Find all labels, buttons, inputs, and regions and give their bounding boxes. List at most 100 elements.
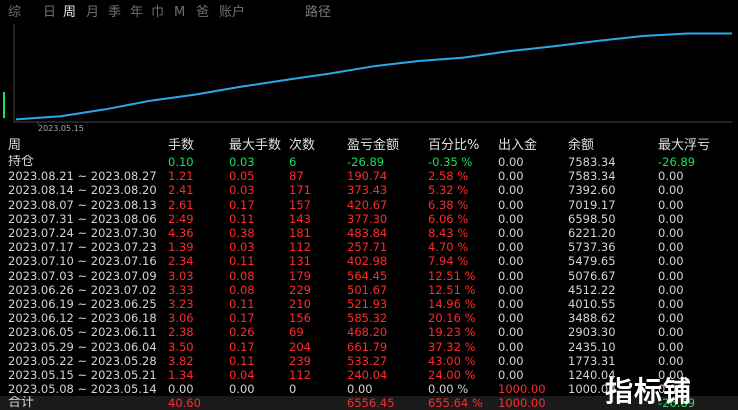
row-max-lots: 0.11 [229, 211, 255, 226]
header-max-drawdown: 最大浮亏 [658, 138, 711, 153]
row-lots: 2.49 [168, 211, 194, 226]
row-lots: 3.33 [168, 282, 194, 297]
row-balance: 1773.31 [568, 353, 616, 368]
header-lots: 手数 [168, 138, 195, 153]
row-max-lots: 0.11 [229, 254, 255, 269]
tab-quarterly[interactable]: 季 [108, 5, 121, 21]
total-pnl: 6556.45 [347, 396, 428, 410]
row-count: 239 [289, 353, 311, 368]
row-max-lots: 0.04 [229, 367, 255, 382]
table-row[interactable]: 2023.06.12 ~ 2023.06.18 3.06 0.17 156 585.32… [0, 311, 738, 325]
header-count: 次数 [289, 138, 316, 153]
row-deposit: 0.00 [498, 367, 524, 382]
position-max-drawdown: -26.89 [658, 155, 696, 170]
row-percent: 0.00 % [428, 382, 469, 397]
row-pnl: 377.30 [347, 211, 388, 226]
table-row[interactable]: 2023.06.26 ~ 2023.07.02 3.33 0.08 229 501.67… [0, 283, 738, 297]
header-max-lots: 最大手数 [229, 138, 282, 153]
row-count: 156 [289, 311, 311, 326]
tab-symbol[interactable]: 巾 [151, 5, 164, 21]
row-week-range: 2023.07.10 ~ 2023.07.16 [8, 254, 157, 269]
row-max-lots: 0.11 [229, 353, 255, 368]
row-deposit: 0.00 [498, 282, 524, 297]
tab-m[interactable]: M [174, 5, 185, 21]
table-row[interactable]: 2023.05.29 ~ 2023.06.04 3.50 0.17 204 661.79… [0, 339, 738, 354]
header-week: 周 [8, 138, 22, 153]
row-lots: 1.34 [168, 367, 194, 382]
tab-account[interactable]: 账户 [219, 5, 245, 21]
row-week-range: 2023.05.29 ~ 2023.06.04 [8, 339, 157, 354]
table-row[interactable]: 2023.06.19 ~ 2023.06.25 3.23 0.11 210 521.93… [0, 297, 738, 311]
table-row[interactable]: 2023.07.17 ~ 2023.07.23 1.39 0.03 112 257.71… [0, 240, 738, 254]
table-row[interactable]: 2023.07.31 ~ 2023.08.06 2.49 0.11 143 377.30… [0, 212, 738, 226]
row-max-drawdown: 0.00 [658, 339, 684, 354]
tab-yearly[interactable]: 年 [130, 5, 143, 21]
table-row[interactable]: 2023.08.14 ~ 2023.08.20 2.41 0.03 171 373.43… [0, 183, 738, 197]
table-row[interactable]: 2023.07.24 ~ 2023.07.30 4.36 0.38 181 483.84… [0, 226, 738, 240]
table-header: 周 手数 最大手数 次数 盈亏金额 百分比% 出入金 余额 最大浮亏 [0, 137, 738, 155]
table-row[interactable]: 2023.06.05 ~ 2023.06.11 2.38 0.26 69 468.20 1… [0, 325, 738, 339]
row-pnl: 661.79 [347, 339, 388, 354]
row-deposit: 0.00 [498, 197, 524, 212]
row-pnl: 0.00 [347, 382, 373, 397]
row-lots: 3.03 [168, 268, 194, 283]
row-pnl: 240.04 [347, 367, 388, 382]
row-lots: 3.82 [168, 353, 194, 368]
row-max-drawdown: 0.00 [658, 197, 684, 212]
row-percent: 8.43 % [428, 226, 469, 241]
row-count: 157 [289, 197, 311, 212]
position-lots: 0.10 [168, 155, 194, 170]
position-marker [3, 92, 5, 118]
row-max-drawdown: 0.00 [658, 282, 684, 297]
table-row[interactable]: 2023.07.10 ~ 2023.07.16 2.34 0.11 131 402.98… [0, 254, 738, 268]
row-balance: 5737.36 [568, 240, 616, 255]
row-lots: 3.06 [168, 311, 194, 326]
row-lots: 0.00 [168, 382, 194, 397]
row-deposit: 0.00 [498, 353, 524, 368]
row-balance: 3488.62 [568, 311, 616, 326]
row-balance: 6221.20 [568, 226, 616, 241]
tab-weekly[interactable]: 周 [63, 5, 76, 21]
row-pnl: 373.43 [347, 183, 388, 198]
row-percent: 6.38 % [428, 197, 469, 212]
table-row[interactable]: 2023.07.03 ~ 2023.07.09 3.03 0.08 179 564.45… [0, 269, 738, 283]
row-balance: 5479.65 [568, 254, 616, 269]
position-deposit: 0.00 [498, 155, 524, 170]
position-balance: 7583.34 [568, 155, 616, 170]
row-pnl: 483.84 [347, 226, 388, 241]
table-row[interactable]: 2023.05.22 ~ 2023.05.28 3.82 0.11 239 533.27… [0, 354, 738, 368]
row-deposit: 0.00 [498, 183, 524, 198]
table-row[interactable]: 2023.08.21 ~ 2023.08.27 1.21 0.05 87 190.74 2… [0, 169, 738, 183]
row-deposit: 0.00 [498, 169, 524, 184]
row-balance: 2435.10 [568, 339, 616, 354]
row-max-lots: 0.26 [229, 325, 255, 340]
row-max-lots: 0.03 [229, 183, 255, 198]
row-percent: 43.00 % [428, 353, 476, 368]
tab-monthly[interactable]: 月 [86, 5, 99, 21]
tab-extra[interactable]: 爸 [196, 5, 209, 21]
position-row[interactable]: 持仓 0.10 0.03 6 -26.89 -0.35 % 0.00 7583.… [0, 155, 738, 169]
position-percent: -0.35 % [428, 155, 473, 170]
row-max-lots: 0.17 [229, 197, 255, 212]
row-pnl: 420.67 [347, 197, 388, 212]
row-max-lots: 0.17 [229, 339, 255, 354]
header-deposit: 出入金 [498, 138, 538, 153]
tab-path[interactable]: 路径 [305, 5, 331, 21]
row-week-range: 2023.07.31 ~ 2023.08.06 [8, 211, 157, 226]
row-percent: 5.32 % [428, 183, 469, 198]
row-max-lots: 0.08 [229, 268, 255, 283]
row-count: 112 [289, 240, 311, 255]
row-week-range: 2023.05.08 ~ 2023.05.14 [8, 382, 157, 397]
row-balance: 4512.22 [568, 282, 616, 297]
tab-overall[interactable]: 综 [8, 5, 21, 21]
tab-daily[interactable]: 日 [43, 5, 56, 21]
row-percent: 14.96 % [428, 296, 476, 311]
row-count: 210 [289, 296, 311, 311]
row-pnl: 564.45 [347, 268, 388, 283]
total-percent: 655.64 % [428, 396, 498, 410]
row-percent: 20.16 % [428, 311, 476, 326]
row-week-range: 2023.06.26 ~ 2023.07.02 [8, 282, 157, 297]
row-pnl: 585.32 [347, 311, 388, 326]
table-row[interactable]: 2023.08.07 ~ 2023.08.13 2.61 0.17 157 420.67… [0, 198, 738, 212]
total-label: 合计 [0, 396, 168, 410]
